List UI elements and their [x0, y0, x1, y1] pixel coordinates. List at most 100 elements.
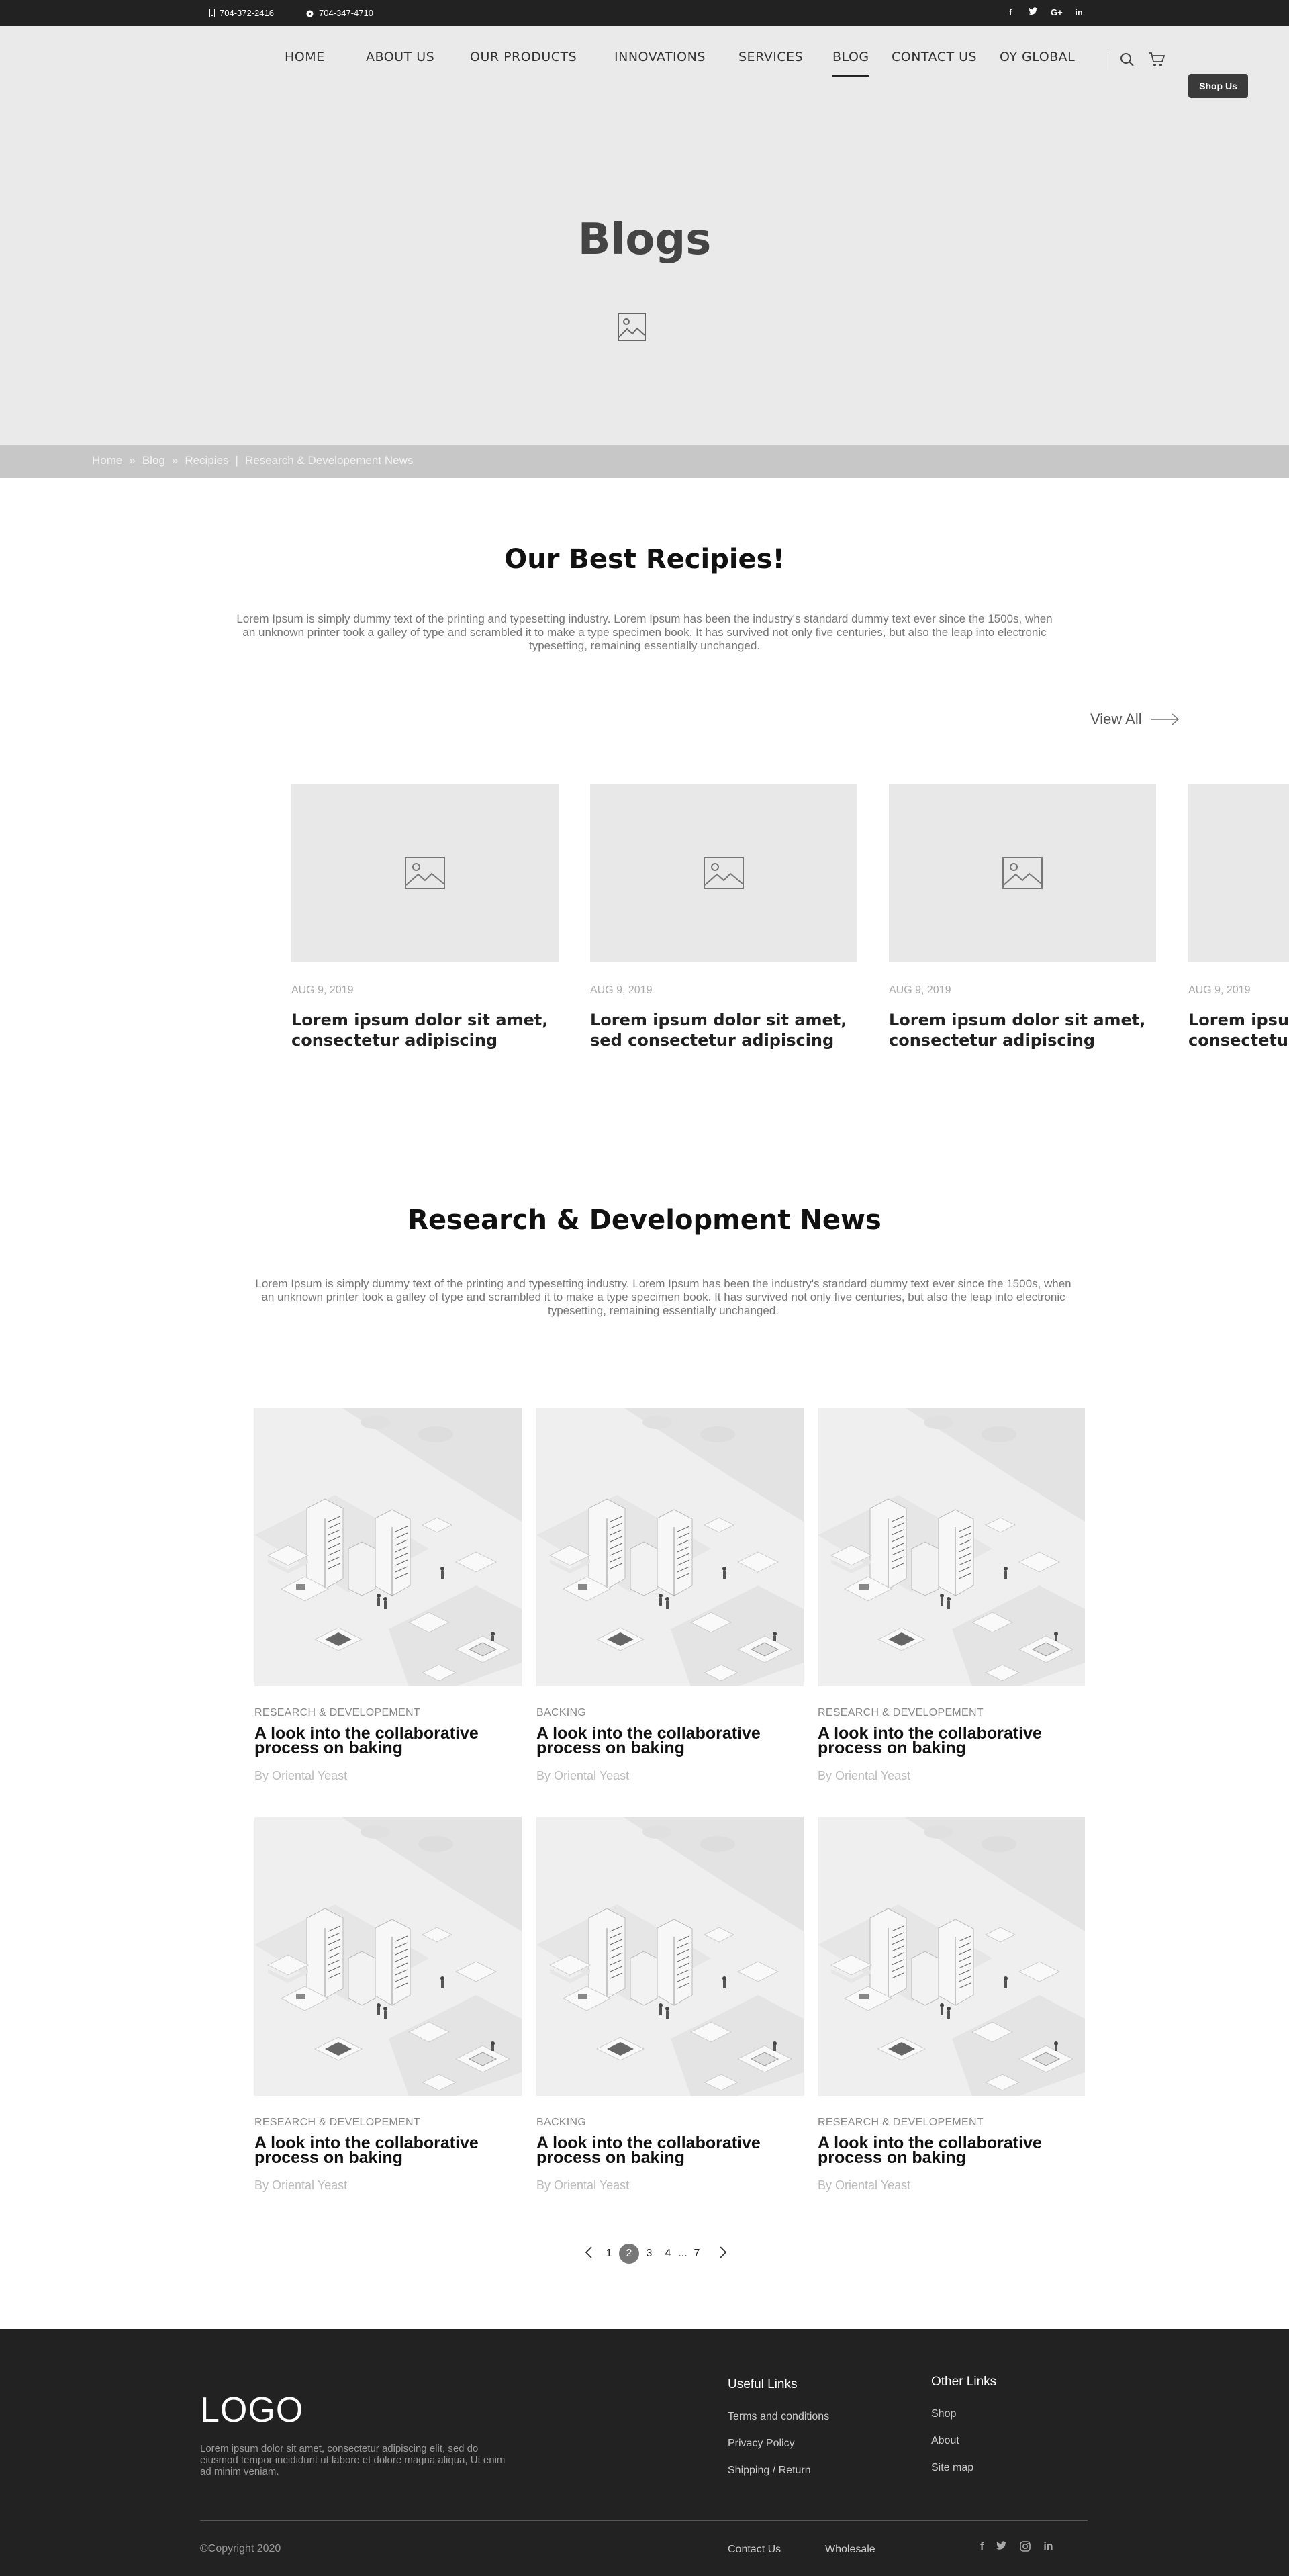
page-link[interactable]: 7 — [689, 2248, 705, 2260]
recipes-section-description: Lorem Ipsum is simply dummy text of the … — [236, 612, 1053, 652]
search-icon[interactable] — [1120, 52, 1135, 71]
footer-link-shipping[interactable]: Shipping / Return — [728, 2465, 811, 2477]
recipe-card[interactable]: AUG 9, 2019 Lorem ipsum dolor sit amet, … — [889, 784, 1156, 1050]
recipe-title[interactable]: Lorem ipsum dolor sit amet, consectetur … — [291, 1010, 559, 1050]
breadcrumb-current: Research & Developement News — [244, 454, 414, 467]
cart-icon[interactable] — [1148, 52, 1165, 71]
recipe-date: AUG 9, 2019 — [1188, 984, 1251, 996]
linkedin-icon[interactable]: in — [1043, 2541, 1053, 2555]
nav-item-contact-us[interactable]: CONTACT US — [892, 50, 977, 64]
breadcrumb-home[interactable]: Home — [92, 454, 122, 467]
twitter-icon[interactable] — [1028, 7, 1039, 17]
news-article-card[interactable]: RESEARCH & DEVELOPEMENT A look into the … — [817, 1816, 1086, 2193]
google-plus-icon[interactable]: G+ — [1051, 7, 1063, 17]
article-title[interactable]: A look into the collaborative process on… — [254, 2135, 522, 2166]
facebook-icon[interactable]: f — [980, 2541, 984, 2555]
recipe-date: AUG 9, 2019 — [291, 984, 354, 996]
article-title[interactable]: A look into the collaborative process on… — [536, 1725, 804, 1757]
phone-number-1: 704-372-2416 — [220, 8, 274, 18]
image-placeholder-icon — [704, 857, 744, 889]
breadcrumb-recipies[interactable]: Recipies — [185, 454, 228, 467]
image-placeholder-icon — [618, 313, 646, 341]
article-illustration — [536, 1407, 804, 1687]
footer-logo[interactable]: LOGO — [200, 2390, 303, 2430]
mobile-phone-icon — [209, 9, 215, 17]
facebook-icon[interactable]: f — [1005, 7, 1016, 17]
news-article-card[interactable]: RESEARCH & DEVELOPEMENT A look into the … — [817, 1407, 1086, 1783]
footer: LOGO Lorem ipsum dolor sit amet, consect… — [0, 2329, 1289, 2576]
article-category[interactable]: BACKING — [536, 1707, 804, 1719]
footer-link-site-map[interactable]: Site map — [931, 2462, 973, 2474]
recipe-title[interactable]: Lorem ipsum dolor sit amet, consectetur … — [1188, 1010, 1289, 1050]
article-title[interactable]: A look into the collaborative process on… — [254, 1725, 522, 1757]
footer-link-privacy[interactable]: Privacy Policy — [728, 2438, 795, 2450]
twitter-icon[interactable] — [996, 2541, 1007, 2555]
nav-item-home[interactable]: HOME — [285, 50, 325, 64]
linkedin-icon[interactable]: in — [1073, 7, 1084, 17]
article-illustration — [254, 1816, 522, 2097]
top-bar: 704-372-2416 704-347-4710 f G+ in — [0, 0, 1289, 26]
article-title[interactable]: A look into the collaborative process on… — [818, 1725, 1085, 1757]
page-link[interactable]: 4 — [659, 2248, 677, 2260]
article-category[interactable]: BACKING — [536, 2117, 804, 2129]
page-link[interactable]: 3 — [639, 2248, 659, 2260]
recipes-section-title: Our Best Recipies! — [504, 544, 785, 575]
recipe-card-overflow-clip: AUG 9, 2019 Lorem ipsum dolor sit amet, … — [1188, 784, 1289, 1120]
nav-item-services[interactable]: SERVICES — [738, 50, 803, 64]
main-navigation: HOME ABOUT US OUR PRODUCTS INNOVATIONS S… — [0, 50, 1289, 77]
breadcrumb-separator: » — [129, 454, 136, 467]
recipe-image-placeholder — [1188, 784, 1289, 962]
page-link[interactable]: 1 — [599, 2248, 619, 2260]
recipe-card[interactable]: AUG 9, 2019 Lorem ipsum dolor sit amet, … — [1188, 784, 1289, 1050]
article-category[interactable]: RESEARCH & DEVELOPEMENT — [254, 1707, 522, 1719]
breadcrumb-blog[interactable]: Blog — [142, 454, 165, 467]
nav-item-about-us[interactable]: ABOUT US — [366, 50, 434, 64]
nav-item-blog[interactable]: BLOG — [832, 50, 869, 77]
phone-contact-2[interactable]: 704-347-4710 — [305, 8, 373, 18]
article-author: By Oriental Yeast — [254, 1769, 348, 1782]
chevron-left-icon[interactable] — [579, 2246, 599, 2262]
instagram-icon[interactable] — [1020, 2541, 1031, 2555]
news-section-title: Research & Development News — [408, 1205, 881, 1236]
news-article-card[interactable]: BACKING A look into the collaborative pr… — [536, 1816, 804, 2193]
footer-link-wholesale[interactable]: Wholesale — [825, 2544, 875, 2556]
footer-link-contact-us[interactable]: Contact Us — [728, 2544, 781, 2556]
chevron-right-icon[interactable] — [713, 2246, 733, 2262]
recipe-image-placeholder — [889, 784, 1156, 962]
recipe-card[interactable]: AUG 9, 2019 Lorem ipsum dolor sit amet, … — [590, 784, 857, 1050]
page-title: Blogs — [577, 215, 712, 265]
phone-number-2: 704-347-4710 — [319, 8, 373, 18]
useful-links-heading: Useful Links — [728, 2377, 798, 2391]
article-title[interactable]: A look into the collaborative process on… — [536, 2135, 804, 2166]
phone-contact-1[interactable]: 704-372-2416 — [209, 8, 274, 18]
nav-item-oy-global[interactable]: OY GLOBAL — [1000, 50, 1075, 64]
article-title[interactable]: A look into the collaborative process on… — [818, 2135, 1085, 2166]
recipe-card[interactable]: AUG 9, 2019 Lorem ipsum dolor sit amet, … — [291, 784, 559, 1050]
recipe-image-placeholder — [590, 784, 857, 962]
image-placeholder-icon — [1002, 857, 1043, 889]
nav-item-innovations[interactable]: INNOVATIONS — [614, 50, 706, 64]
article-author: By Oriental Yeast — [818, 2178, 911, 2192]
news-section-description: Lorem Ipsum is simply dummy text of the … — [255, 1277, 1071, 1317]
article-category[interactable]: RESEARCH & DEVELOPEMENT — [818, 1707, 1085, 1719]
breadcrumb-divider: | — [235, 454, 238, 467]
other-links-heading: Other Links — [931, 2375, 997, 2389]
page-link-current[interactable]: 2 — [619, 2244, 639, 2264]
footer-link-about[interactable]: About — [931, 2435, 959, 2447]
shop-us-button[interactable]: Shop Us — [1188, 74, 1248, 98]
nav-item-our-products[interactable]: OUR PRODUCTS — [470, 50, 577, 64]
article-category[interactable]: RESEARCH & DEVELOPEMENT — [818, 2117, 1085, 2129]
article-category[interactable]: RESEARCH & DEVELOPEMENT — [254, 2117, 522, 2129]
recipe-title[interactable]: Lorem ipsum dolor sit amet, sed consecte… — [590, 1010, 857, 1050]
news-article-card[interactable]: BACKING A look into the collaborative pr… — [536, 1407, 804, 1783]
news-article-card[interactable]: RESEARCH & DEVELOPEMENT A look into the … — [254, 1816, 522, 2193]
news-article-card[interactable]: RESEARCH & DEVELOPEMENT A look into the … — [254, 1407, 522, 1783]
recipe-title[interactable]: Lorem ipsum dolor sit amet, consectetur … — [889, 1010, 1156, 1050]
footer-link-shop[interactable]: Shop — [931, 2408, 956, 2420]
article-illustration — [817, 1407, 1086, 1687]
view-all-label: View All — [1090, 710, 1142, 727]
article-illustration — [254, 1407, 522, 1687]
footer-link-terms[interactable]: Terms and conditions — [728, 2411, 829, 2423]
view-all-link[interactable]: View All — [1090, 710, 1180, 728]
breadcrumb: Home » Blog » Recipies | Research & Deve… — [0, 445, 1289, 478]
